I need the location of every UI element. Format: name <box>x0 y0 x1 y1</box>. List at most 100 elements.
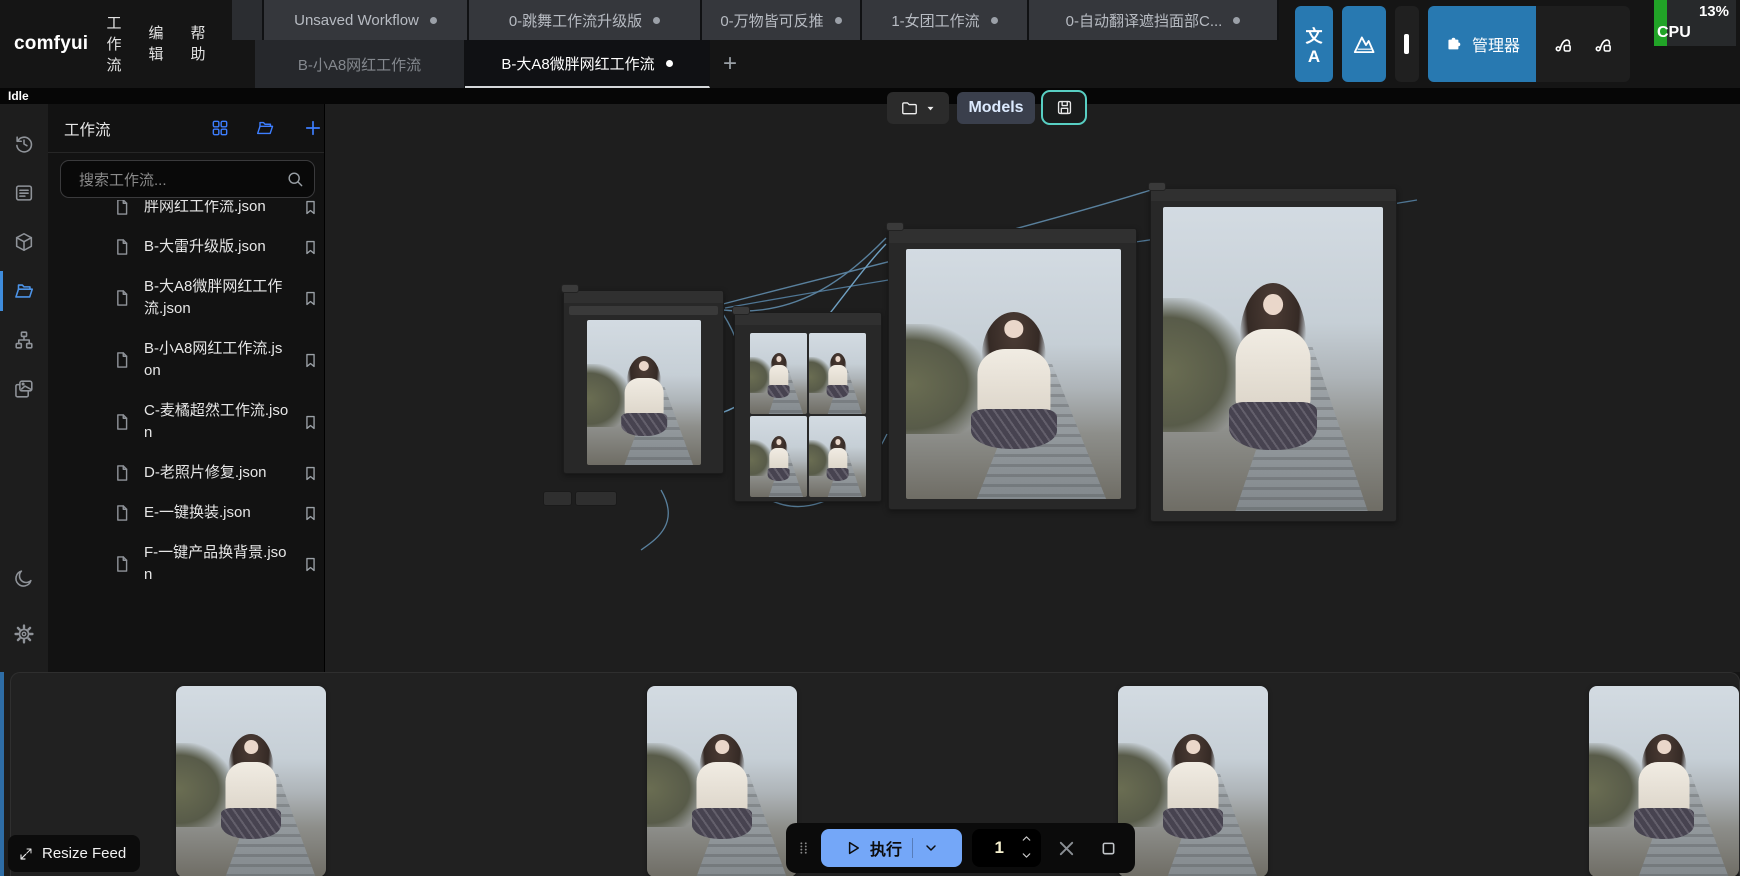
feed-image[interactable] <box>1118 686 1268 876</box>
sidebar-item-image-gallery[interactable] <box>0 365 48 413</box>
photo-art-blouse <box>226 762 277 814</box>
workflow-folder-dropdown[interactable] <box>887 92 949 124</box>
collapsed-node[interactable] <box>886 222 904 231</box>
bookmark-icon[interactable] <box>301 200 320 217</box>
sidebar-item-queue[interactable] <box>0 169 48 217</box>
workflow-tab[interactable]: 0-跳舞工作流升级版 <box>469 0 702 40</box>
workflow-file-item[interactable]: F-一键产品换背景.json <box>48 533 324 595</box>
models-button[interactable]: Models <box>957 92 1035 124</box>
free-memory-unload-button[interactable] <box>1586 6 1620 82</box>
stop-button[interactable] <box>1093 829 1125 867</box>
drag-handle-icon[interactable] <box>796 833 811 863</box>
workflow-tab[interactable]: 0-自动翻译遮挡面部C... <box>1029 0 1279 40</box>
collapsed-node[interactable] <box>561 284 579 293</box>
collapsed-node[interactable] <box>732 306 750 315</box>
vacuum-icon <box>1592 31 1614 57</box>
sidebar-item-theme-toggle[interactable] <box>0 554 48 602</box>
workflow-file-item[interactable]: B-大A8微胖网红工作流.json <box>48 267 324 329</box>
workflow-search-input[interactable] <box>77 161 281 199</box>
chevron-down-icon <box>1020 849 1033 862</box>
workflow-file-name: 胖网红工作流.json <box>144 200 289 218</box>
sidebar-item-settings[interactable] <box>0 610 48 658</box>
workflow-file-name: F-一键产品换背景.json <box>144 542 289 586</box>
workflow-file-item[interactable]: B-小A8网红工作流.json <box>48 329 324 391</box>
tab-label: B-大A8微胖网红工作流 <box>501 53 654 74</box>
node-title-bar[interactable] <box>564 291 723 303</box>
feed-accent-strip <box>0 672 4 876</box>
bookmark-icon[interactable] <box>301 351 320 370</box>
workflow-node[interactable] <box>888 228 1137 510</box>
free-memory-button[interactable] <box>1546 6 1580 82</box>
browse-workflows-button[interactable] <box>255 118 275 138</box>
photo-art-face <box>1186 740 1200 753</box>
app-logo: comfyui <box>14 0 88 88</box>
bookmark-icon[interactable] <box>301 238 320 257</box>
feed-image[interactable] <box>1589 686 1739 876</box>
photo-art-blouse <box>1168 762 1219 814</box>
bookmark-icon[interactable] <box>301 289 320 308</box>
mixlab-button[interactable] <box>1342 6 1386 82</box>
bookmark-icon[interactable] <box>301 464 320 483</box>
cancel-button[interactable] <box>1051 829 1083 867</box>
sidebar-item-workflows[interactable] <box>0 267 48 315</box>
photo-art-skirt <box>1229 402 1317 451</box>
collapsed-toolbar-button[interactable] <box>1395 6 1419 82</box>
menu-edit[interactable]: 编辑 <box>146 23 166 65</box>
sidebar-item-history[interactable] <box>0 120 48 168</box>
increment-button[interactable] <box>1017 831 1037 848</box>
chevron-down-icon[interactable] <box>923 840 939 856</box>
node-widget[interactable] <box>569 306 718 315</box>
tab-strip-gap <box>232 40 255 88</box>
node-widget-pill[interactable] <box>543 491 572 506</box>
file-icon <box>112 463 132 483</box>
bookmark-icon[interactable] <box>301 504 320 523</box>
stop-square-icon <box>1099 839 1118 858</box>
feed-image[interactable] <box>176 686 326 876</box>
execution-bar: 执行 1 <box>786 823 1135 873</box>
collapsed-node[interactable] <box>1148 182 1166 191</box>
workflow-node[interactable] <box>1150 188 1397 522</box>
workflow-tab-active[interactable]: B-大A8微胖网红工作流 <box>465 40 710 88</box>
grid-view-button[interactable] <box>210 118 230 138</box>
new-workflow-button[interactable] <box>303 118 323 138</box>
modified-dot <box>653 17 660 24</box>
sidebar-item-node-library[interactable] <box>0 316 48 364</box>
workflow-node[interactable] <box>734 312 882 502</box>
menu-workflow[interactable]: 工作流 <box>104 13 124 76</box>
workflow-file-item[interactable]: B-大雷升级版.json <box>48 227 324 267</box>
file-icon <box>112 288 132 308</box>
workflow-tab[interactable]: 0-万物皆可反推 <box>702 0 862 40</box>
node-title-bar[interactable] <box>735 313 881 325</box>
node-title-bar[interactable] <box>889 229 1136 243</box>
node-canvas[interactable] <box>325 104 1740 672</box>
translate-button[interactable]: 文A <box>1295 6 1333 82</box>
node-title-bar[interactable] <box>1151 189 1396 201</box>
feed-image[interactable] <box>647 686 797 876</box>
workflow-file-item[interactable]: E-一键换装.json <box>48 493 324 533</box>
new-tab-button[interactable]: + <box>710 40 750 88</box>
photo-art-face <box>835 356 840 362</box>
workflow-tab[interactable]: Unsaved Workflow <box>264 0 469 40</box>
batch-count-value[interactable]: 1 <box>982 838 1017 858</box>
save-workflow-button[interactable] <box>1041 90 1087 125</box>
workflow-tab[interactable]: B-小A8网红工作流 <box>255 40 465 88</box>
run-button[interactable]: 执行 <box>821 829 962 867</box>
photo-art-blouse <box>697 762 748 814</box>
workflow-file-item[interactable]: 胖网红工作流.json <box>48 200 324 227</box>
resize-feed-button[interactable]: Resize Feed <box>8 835 140 872</box>
settings-icon <box>13 623 35 645</box>
workflow-file-item[interactable]: D-老照片修复.json <box>48 453 324 493</box>
sidebar-item-model-library[interactable] <box>0 218 48 266</box>
tab-label: B-小A8网红工作流 <box>298 54 421 75</box>
node-preview-image <box>809 416 866 497</box>
menu-help[interactable]: 帮助 <box>188 23 208 65</box>
bookmark-icon[interactable] <box>301 413 320 432</box>
workflow-node[interactable] <box>563 290 724 474</box>
bookmark-icon[interactable] <box>301 555 320 574</box>
workflow-tab[interactable]: 1-女团工作流 <box>862 0 1029 40</box>
manager-button[interactable]: 管理器 <box>1428 6 1536 82</box>
decrement-button[interactable] <box>1017 848 1037 865</box>
workflow-file-item[interactable]: C-麦橘超然工作流.json <box>48 391 324 453</box>
node-widget-pill[interactable] <box>575 491 617 506</box>
photo-art-skirt <box>1163 808 1223 839</box>
